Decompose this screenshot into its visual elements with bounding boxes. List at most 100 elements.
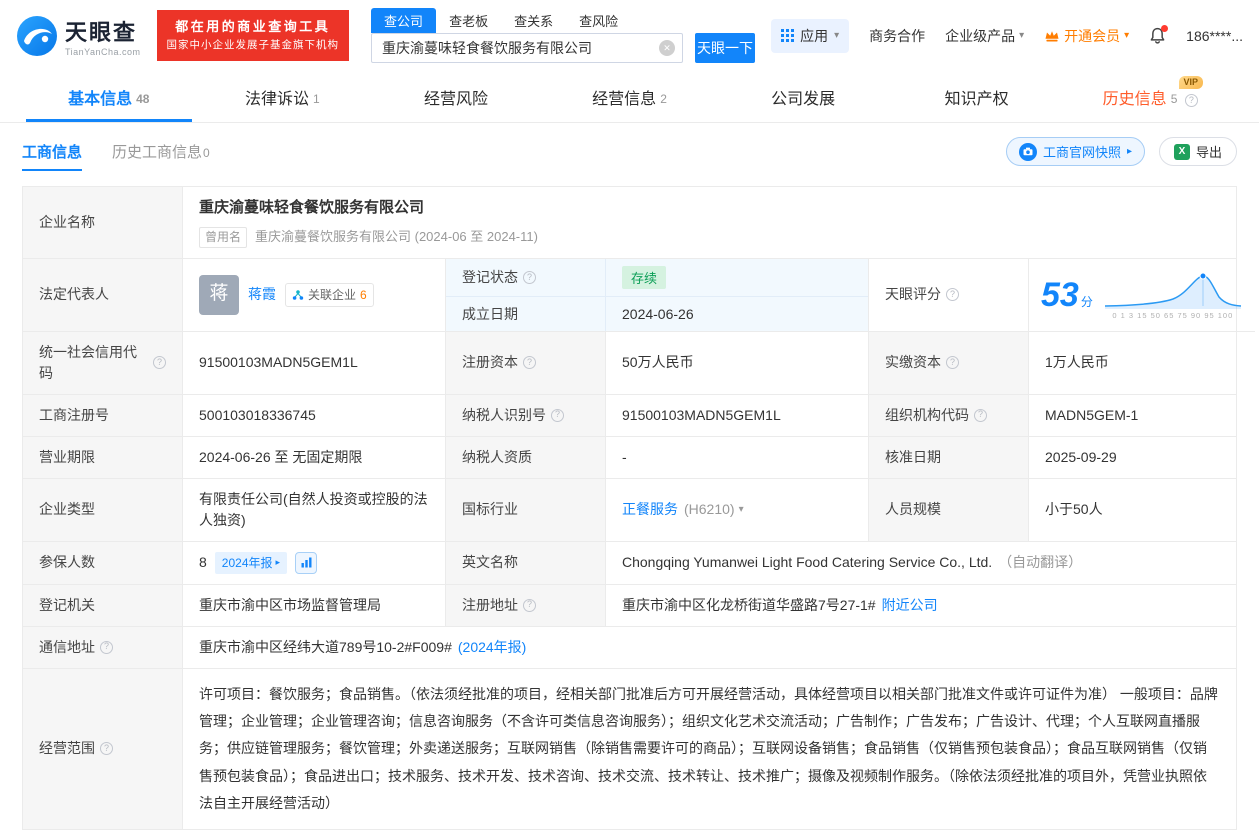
value-reg-status: 存续 — [606, 259, 868, 297]
label-taxpayer-quality: 纳税人资质 — [446, 437, 606, 479]
value-credit-code: 91500103MADN5GEM1L — [183, 332, 446, 395]
tab-basic-info[interactable]: 基本信息48 — [22, 73, 196, 122]
search-input[interactable] — [371, 33, 683, 63]
relation-graph-icon — [292, 289, 304, 301]
help-icon[interactable]: ? — [153, 356, 166, 369]
apps-label: 应用 — [800, 26, 828, 46]
subtab-business-info[interactable]: 工商信息 — [22, 141, 82, 162]
search-box: ✕ — [371, 33, 683, 63]
tab-history-info[interactable]: VIP 历史信息5 ? — [1063, 73, 1237, 122]
help-icon[interactable]: ? — [100, 742, 113, 755]
help-icon[interactable]: ? — [523, 271, 536, 284]
table-row-authority: 登记机关 重庆市渝中区市场监督管理局 注册地址? 重庆市渝中区化龙桥街道华盛路7… — [23, 585, 1236, 627]
search-tab-boss[interactable]: 查老板 — [436, 8, 501, 33]
chevron-down-icon: ▾ — [1019, 30, 1024, 41]
company-section-tabs: 基本信息48 法律诉讼1 经营风险 经营信息2 公司发展 知识产权 VIP 历史… — [0, 73, 1259, 123]
help-icon[interactable]: ? — [523, 599, 536, 612]
subtab-history-business-info[interactable]: 历史工商信息0 — [112, 141, 210, 162]
value-taxpayer-quality: - — [606, 437, 869, 479]
help-icon[interactable]: ? — [100, 641, 113, 654]
notification-dot — [1161, 25, 1168, 32]
score-unit: 分 — [1081, 293, 1093, 311]
legal-rep-name-link[interactable]: 蒋霞 — [248, 284, 276, 305]
score-link[interactable]: 53 分 — [1041, 278, 1093, 312]
tab-operation-info[interactable]: 经营信息2 — [543, 73, 717, 122]
chevron-down-icon[interactable]: ▾ — [739, 502, 744, 517]
tab-legal-proceedings[interactable]: 法律诉讼1 — [196, 73, 370, 122]
help-icon[interactable]: ? — [1185, 94, 1198, 107]
search-tab-company[interactable]: 查公司 — [371, 8, 436, 33]
help-icon[interactable]: ? — [974, 409, 987, 422]
label-term: 营业期限 — [23, 437, 183, 479]
brand-text: 天眼查 TianYanCha.com — [65, 15, 141, 57]
apps-menu[interactable]: 应用 ▾ — [771, 19, 849, 53]
tab-count: 48 — [136, 92, 149, 106]
search-button[interactable]: 天眼一下 — [695, 33, 755, 63]
label-insured: 参保人数 — [23, 542, 183, 585]
value-business-scope: 许可项目：餐饮服务；食品销售。（依法须经批准的项目，经相关部门批准后方可开展经营… — [183, 669, 1236, 829]
grid-icon — [781, 29, 794, 42]
menu-business-cooperation[interactable]: 商务合作 — [869, 26, 925, 46]
label-reg-status: 登记状态 ? — [446, 259, 606, 297]
label-english-name: 英文名称 — [446, 542, 606, 585]
export-button[interactable]: X 导出 — [1159, 137, 1237, 166]
value-company-type: 有限责任公司(自然人投资或控股的法人独资) — [183, 479, 446, 542]
industry-link[interactable]: 正餐服务 — [622, 499, 678, 520]
promo-line-2: 国家中小企业发展子基金旗下机构 — [167, 37, 340, 53]
score-distribution-chart: 0 1 3 15 50 65 75 90 95 100 — [1103, 269, 1243, 321]
crown-icon — [1044, 29, 1060, 42]
table-row-legal-rep: 法定代表人 蒋 蒋霞 关联企业 6 登记状态 — [23, 259, 1236, 332]
chevron-down-icon: ▾ — [1124, 30, 1129, 41]
related-companies-pill[interactable]: 关联企业 6 — [285, 283, 374, 307]
official-snapshot-button[interactable]: 工商官网快照 ▸ — [1006, 137, 1145, 166]
tab-intellectual-property[interactable]: 知识产权 — [890, 73, 1064, 122]
value-comm-address: 重庆市渝中区经纬大道789号10-2#F009# (2024年报) — [183, 627, 1236, 669]
tab-count: 5 — [1171, 92, 1178, 106]
label-tianyan-score: 天眼评分 ? — [869, 259, 1029, 332]
tab-label: 经营信息 — [592, 91, 656, 108]
search-tabs: 查公司 查老板 查关系 查风险 — [371, 8, 755, 33]
clear-icon[interactable]: ✕ — [659, 40, 675, 56]
insured-trend-button[interactable] — [295, 552, 317, 574]
annual-report-badge[interactable]: 2024年报 ▸ — [215, 552, 287, 574]
tab-operation-risk[interactable]: 经营风险 — [369, 73, 543, 122]
label-company-type: 企业类型 — [23, 479, 183, 542]
menu-open-vip[interactable]: 开通会员 ▾ — [1044, 26, 1129, 46]
search-tab-risk[interactable]: 查风险 — [566, 8, 631, 33]
label-approve-date: 核准日期 — [869, 437, 1029, 479]
legal-rep-avatar[interactable]: 蒋 — [199, 275, 239, 315]
score-curve-icon — [1103, 269, 1243, 309]
label-comm-address: 通信地址? — [23, 627, 183, 669]
chevron-right-icon: ▸ — [276, 556, 281, 570]
notification-bell[interactable] — [1149, 27, 1166, 45]
tab-label: 法律诉讼 — [245, 91, 309, 108]
tab-label: 历史信息 — [1103, 91, 1167, 108]
english-name-note: （自动翻译） — [998, 552, 1082, 573]
nearby-companies-link[interactable]: 附近公司 — [882, 595, 938, 616]
comm-address-annual-report-link[interactable]: (2024年报) — [458, 637, 526, 658]
label-industry: 国标行业 — [446, 479, 606, 542]
bar-chart-icon — [300, 556, 313, 569]
help-icon[interactable]: ? — [523, 356, 536, 369]
status-badge: 存续 — [622, 266, 666, 289]
comm-address-text: 重庆市渝中区经纬大道789号10-2#F009# — [199, 637, 452, 658]
help-icon[interactable]: ? — [946, 288, 959, 301]
score-axis-ticks: 0 1 3 15 50 65 75 90 95 100 — [1112, 310, 1233, 321]
tianyancha-logo[interactable]: 天眼查 TianYanCha.com — [16, 15, 141, 57]
search-tab-relation[interactable]: 查关系 — [501, 8, 566, 33]
header-right-menu: 应用 ▾ 商务合作 企业级产品 ▾ 开通会员 ▾ — [771, 19, 1243, 53]
excel-icon: X — [1174, 144, 1190, 160]
tab-company-development[interactable]: 公司发展 — [716, 73, 890, 122]
top-header: 天眼查 TianYanCha.com 都在用的商业查询工具 国家中小企业发展子基… — [0, 0, 1259, 73]
value-industry: 正餐服务 (H6210) ▾ — [606, 479, 869, 542]
help-icon[interactable]: ? — [946, 356, 959, 369]
menu-enterprise-product[interactable]: 企业级产品 ▾ — [945, 26, 1024, 46]
value-reg-capital: 50万人民币 — [606, 332, 869, 395]
table-row-reg-no: 工商注册号 500103018336745 纳税人识别号? 91500103MA… — [23, 395, 1236, 437]
subtab-count: 0 — [203, 146, 210, 160]
value-legal-rep: 蒋 蒋霞 关联企业 6 — [183, 259, 446, 332]
table-row-comm-address: 通信地址? 重庆市渝中区经纬大道789号10-2#F009# (2024年报) — [23, 627, 1236, 669]
user-phone[interactable]: 186****... — [1186, 28, 1243, 44]
help-icon[interactable]: ? — [551, 409, 564, 422]
label-paid-capital: 实缴资本? — [869, 332, 1029, 395]
